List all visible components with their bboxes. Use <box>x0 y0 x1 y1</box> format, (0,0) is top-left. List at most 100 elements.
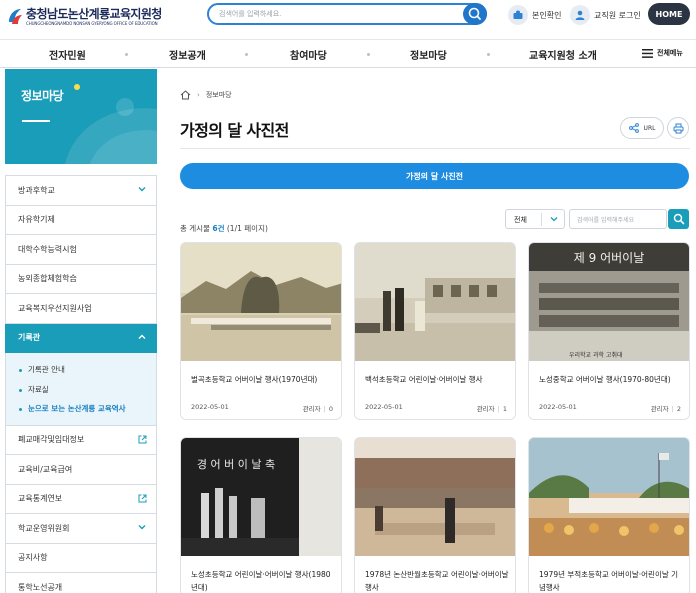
sidebar-item-welfare-support[interactable]: 교육복지우선지원사업 <box>5 294 157 324</box>
sidebar-item-label: 기록관 <box>18 333 41 343</box>
logo-title: 충청남도논산계룡교육지원청 <box>26 7 162 21</box>
sidebar-item-notices[interactable]: 공지사항 <box>5 543 157 573</box>
card-views: 0 <box>328 405 333 413</box>
sidebar-item-label: 교육복지우선지원사업 <box>18 303 92 313</box>
photo-outdoor-field-icon <box>181 243 341 361</box>
sidebar-item-label: 교육통계연보 <box>18 494 63 504</box>
sidebar-item-afterschool[interactable]: 방과후학교 <box>5 176 157 206</box>
sidebar-item-field-trip[interactable]: 농외종합체험학습 <box>5 264 157 294</box>
gnb-separator <box>487 53 490 56</box>
gallery-card[interactable]: 백석초등학교 어린이날·어버이날 행사 2022-05-01 관리자 | 1 <box>354 242 516 420</box>
sidebar-item-archive[interactable]: 기록관 <box>5 323 157 353</box>
board-search-input[interactable]: 검색어를 입력해주세요 <box>569 209 667 229</box>
sidebar-item-label: 자유학기제 <box>18 215 55 225</box>
count-pages: (1/1 페이지) <box>224 224 268 233</box>
gallery-card[interactable]: 1978년 논산반월초등학교 어린이날·어버이날 행사 <box>354 437 516 593</box>
external-link-icon <box>138 494 147 502</box>
gnb-item-about[interactable]: 교육지원청 소개 <box>529 47 597 62</box>
site-logo[interactable]: 충청남도논산계룡교육지원청 CHUNGCHEONGNAMDO NONSAN GY… <box>6 4 166 34</box>
sidebar-item-tuition[interactable]: 교육비/교육급여 <box>5 455 157 485</box>
share-url-label: URL <box>643 124 656 132</box>
photo-banner-text: 제 9 어버이날 <box>574 251 644 265</box>
card-meta: 관리자 | 0 <box>302 405 333 413</box>
board-search-button[interactable] <box>668 209 689 229</box>
card-date: 2022-05-01 <box>191 403 229 411</box>
card-title[interactable]: 백석초등학교 어린이날·어버이날 행사 <box>365 373 510 386</box>
sidebar-item-free-semester[interactable]: 자유학기제 <box>5 205 157 235</box>
title-underline <box>22 120 50 122</box>
card-title[interactable]: 1978년 논산반월초등학교 어린이날·어버이날 행사 <box>365 568 510 593</box>
sidebar-title: 정보마당 <box>21 89 64 103</box>
home-button[interactable]: HOME <box>648 3 690 25</box>
card-writer: 관리자 <box>476 405 495 413</box>
gnb-item-participation[interactable]: 참여마당 <box>290 47 327 62</box>
sidebar-item-label: 학교운영위원회 <box>18 523 70 533</box>
all-menu-label: 전체메뉴 <box>657 49 683 57</box>
photo-thumbnail[interactable] <box>355 243 515 361</box>
search-scope-select[interactable]: 전체 <box>505 209 565 229</box>
photo-thumbnail[interactable] <box>181 243 341 361</box>
staff-login-link[interactable]: 교직원 로그인 <box>570 4 641 26</box>
card-date: 2022-05-01 <box>365 403 403 411</box>
sidebar-item-label: 공지사항 <box>18 553 48 563</box>
card-title[interactable]: 벌곡초등학교 어버이날 행사(1970년대) <box>191 373 336 386</box>
post-count: 총 게시물 6건 (1/1 페이지) <box>180 223 268 234</box>
photo-thumbnail[interactable] <box>355 438 515 556</box>
photo-caption-text: 우리학교 과학 고취대 <box>569 351 623 359</box>
photo-thumbnail[interactable] <box>529 438 689 556</box>
sidebar-item-label: 방과후학교 <box>18 185 55 195</box>
print-button[interactable] <box>667 117 689 139</box>
search-placeholder[interactable]: 검색어를 입력하세요. <box>219 9 281 19</box>
main-navigation: 전자민원 정보공개 참여마당 정보마당 교육지원청 소개 전체메뉴 <box>0 41 696 68</box>
submenu-item-archive-intro[interactable]: 기록관 안내 <box>6 360 156 380</box>
sidebar-item-bus-routes[interactable]: 통학노선공개 <box>5 573 157 593</box>
photo-thumbnail[interactable]: 경 어 버 이 날 축 <box>181 438 341 556</box>
sidebar-item-school-committee[interactable]: 학교운영위원회 <box>5 514 157 544</box>
title-accent-dot <box>74 84 80 90</box>
identity-check-label: 본인확인 <box>532 10 562 20</box>
photo-tent-crowd-icon <box>529 438 689 556</box>
share-url-button[interactable]: URL <box>620 117 664 139</box>
gallery-card[interactable]: 벌곡초등학교 어버이날 행사(1970년대) 2022-05-01 관리자 | 0 <box>180 242 342 420</box>
card-title[interactable]: 1979년 부적초등학교 어버이날·어린이날 기념행사 <box>539 568 684 593</box>
submenu-item-resources[interactable]: 자료실 <box>6 380 156 400</box>
submenu-item-education-history[interactable]: 눈으로 보는 논산계룡 교육역사 <box>6 399 156 419</box>
tab-family-month-exhibition[interactable]: 가정의 달 사진전 <box>180 163 689 189</box>
sidebar-header: 정보마당 <box>5 69 157 164</box>
gallery-card[interactable]: 경 어 버 이 날 축 노성초등학교 어린이날·어버이날 행사(1980년대) <box>180 437 342 593</box>
decorative-swoosh <box>65 98 157 164</box>
photo-thumbnail[interactable]: 제 9 어버이날 우리학교 과학 고취대 <box>529 243 689 361</box>
title-divider <box>180 148 690 149</box>
sidebar-submenu: 기록관 안내 자료실 눈으로 보는 논산계룡 교육역사 <box>5 353 157 426</box>
gnb-item-civil-service[interactable]: 전자민원 <box>49 47 86 62</box>
card-title[interactable]: 노성초등학교 어린이날·어버이날 행사(1980년대) <box>191 568 336 593</box>
gnb-item-info-disclosure[interactable]: 정보공개 <box>169 47 206 62</box>
chevron-down-icon <box>550 217 558 222</box>
id-card-icon <box>508 5 528 25</box>
all-menu-button[interactable]: 전체메뉴 <box>642 48 683 58</box>
gallery-card[interactable]: 제 9 어버이날 우리학교 과학 고취대 노성중학교 어버이날 행사(1970-… <box>528 242 690 420</box>
card-writer: 관리자 <box>302 405 321 413</box>
sidebar-item-label: 대학수학능력시험 <box>18 244 77 254</box>
sidebar-item-statistics[interactable]: 교육통계연보 <box>5 484 157 514</box>
sidebar-item-closed-school[interactable]: 폐교매각및임대정보 <box>5 425 157 455</box>
global-search[interactable]: 검색어를 입력하세요. <box>207 3 487 25</box>
identity-check-link[interactable]: 본인확인 <box>508 4 561 26</box>
search-button[interactable] <box>463 3 487 25</box>
sidebar-menu: 방과후학교 자유학기제 대학수학능력시험 농외종합체험학습 교육복지우선지원사업… <box>5 175 157 593</box>
staff-login-label: 교직원 로그인 <box>594 10 641 20</box>
breadcrumb: › 정보마당 <box>180 90 232 100</box>
site-header: 충청남도논산계룡교육지원청 CHUNGCHEONGNAMDO NONSAN GY… <box>0 0 696 40</box>
breadcrumb-item[interactable]: 정보마당 <box>206 90 232 100</box>
chevron-up-icon <box>138 334 146 339</box>
sidebar-item-csat[interactable]: 대학수학능력시험 <box>5 235 157 265</box>
sidebar-item-label: 농외종합체험학습 <box>18 274 77 284</box>
photo-playground-icon <box>355 438 515 556</box>
gnb-item-information[interactable]: 정보마당 <box>410 47 447 62</box>
print-icon <box>673 123 683 133</box>
board-search-placeholder: 검색어를 입력해주세요 <box>577 217 635 224</box>
gnb-separator <box>125 53 128 56</box>
home-icon[interactable] <box>180 90 191 100</box>
card-title[interactable]: 노성중학교 어버이날 행사(1970-80년대) <box>539 373 684 386</box>
gallery-card[interactable]: 1979년 부적초등학교 어버이날·어린이날 기념행사 <box>528 437 690 593</box>
